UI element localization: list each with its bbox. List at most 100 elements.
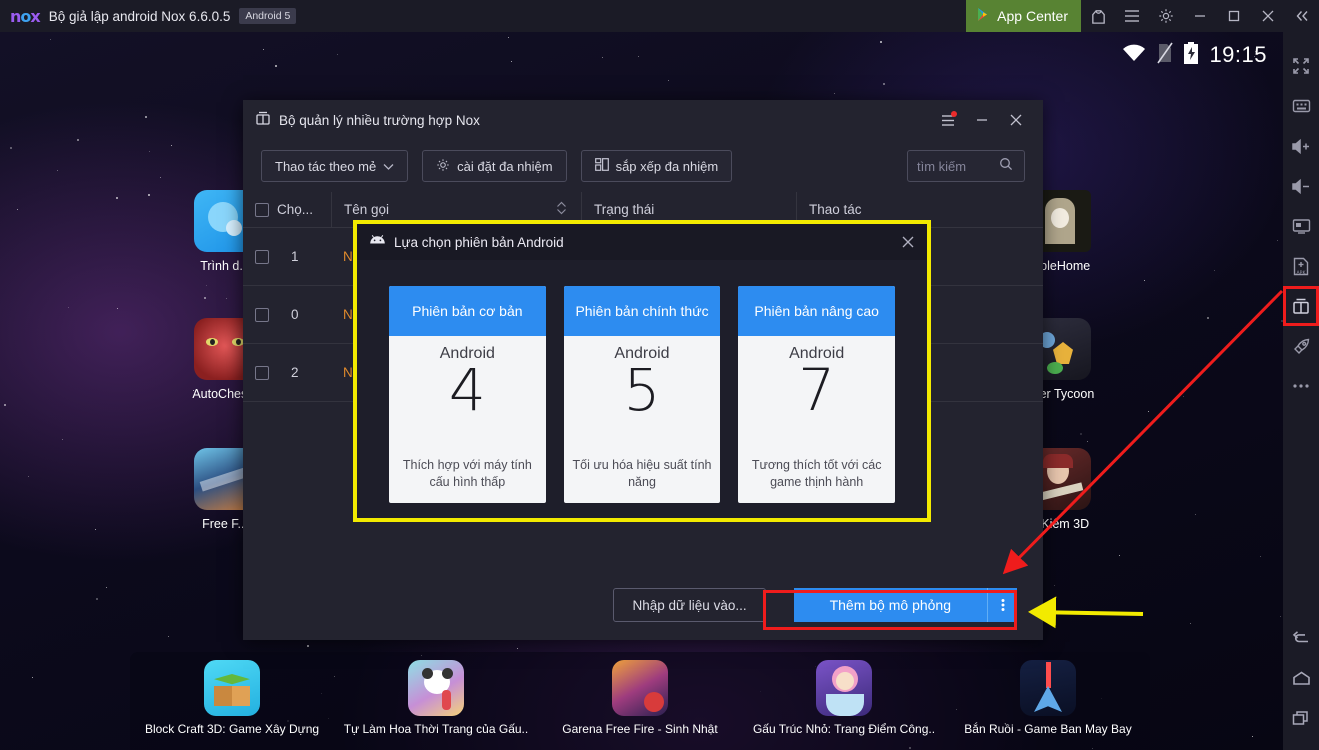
row-index: 1 <box>291 249 299 264</box>
window-close-button[interactable] <box>1001 105 1031 135</box>
version-description: Tối ưu hóa hiệu suất tính năng <box>572 458 712 490</box>
window-minimize-button[interactable] <box>967 105 997 135</box>
manager-footer: Nhập dữ liệu vào... Thêm bộ mô phỏng <box>243 570 1043 640</box>
search-input[interactable] <box>917 158 999 174</box>
row-select[interactable]: 0 <box>243 286 331 344</box>
collapse-icon[interactable] <box>1285 0 1319 32</box>
dock-item-label: Gấu Trúc Nhỏ: Trang Điểm Công.. <box>752 722 936 736</box>
keyboard-icon[interactable] <box>1283 86 1319 126</box>
maximize-icon[interactable] <box>1217 0 1251 32</box>
garena-icon <box>612 660 668 716</box>
version-card-heading: Phiên bản chính thức <box>563 286 721 336</box>
titlebar-actions: App Center <box>966 0 1319 32</box>
row-select[interactable]: 1 <box>243 228 331 286</box>
menu-icon[interactable] <box>1115 0 1149 32</box>
install-apk-icon[interactable]: APK <box>1283 246 1319 286</box>
more-icon[interactable] <box>1283 366 1319 406</box>
import-data-button[interactable]: Nhập dữ liệu vào... <box>613 588 766 622</box>
window-titlebar: nox Bộ giả lập android Nox 6.6.0.5 Andro… <box>0 0 1319 32</box>
minimize-icon[interactable] <box>1183 0 1217 32</box>
version-card-android-4[interactable]: Phiên bản cơ bản Android 4 Thích hợp với… <box>389 286 546 503</box>
multi-instance-icon <box>255 110 271 131</box>
emulator-sidebar: APK <box>1283 32 1319 750</box>
app-center-button[interactable]: App Center <box>966 0 1081 32</box>
version-description: Tương thích tốt với các game thịnh hành <box>751 458 882 490</box>
back-icon[interactable] <box>1283 618 1319 658</box>
app-dock: Block Craft 3D: Game Xây Dựng Tự Làm Hoa… <box>130 652 1150 750</box>
version-number: 7 <box>798 356 836 424</box>
android-status-bar: 19:15 <box>1122 32 1283 78</box>
version-card-body: Android 4 Thích hợp với máy tính cấu hìn… <box>389 336 546 503</box>
play-store-icon <box>977 7 990 25</box>
modal-titlebar: Lựa chọn phiên bản Android <box>357 224 927 260</box>
nox-logo: nox <box>10 6 41 26</box>
add-emulator-button[interactable]: Thêm bộ mô phỏng <box>793 588 987 622</box>
home-icon[interactable] <box>1283 658 1319 698</box>
window-title: Bộ quản lý nhiều trường hợp Nox <box>279 112 480 128</box>
version-card-android-5[interactable]: Phiên bản chính thức Android 5 Tối ưu hó… <box>563 286 721 503</box>
dock-item-princess[interactable]: Gấu Trúc Nhỏ: Trang Điểm Công.. <box>742 652 946 750</box>
manager-toolbar: Thao tác theo mẻ cài đặt đa nhiệm sắp xế… <box>243 140 1043 192</box>
header-state-label: Trạng thái <box>594 202 655 217</box>
row-index: 0 <box>291 307 299 322</box>
dock-item-panda[interactable]: Tự Làm Hoa Thời Trang của Gấu.. <box>334 652 538 750</box>
volume-down-icon[interactable] <box>1283 166 1319 206</box>
version-card-list: Phiên bản cơ bản Android 4 Thích hợp với… <box>357 260 927 529</box>
multi-settings-button[interactable]: cài đặt đa nhiệm <box>422 150 567 182</box>
row-checkbox[interactable] <box>255 365 269 380</box>
version-card-heading: Phiên bản nâng cao <box>738 286 896 336</box>
fullscreen-icon[interactable] <box>1283 46 1319 86</box>
grid-layout-icon <box>594 158 609 174</box>
row-checkbox[interactable] <box>255 307 269 322</box>
header-select-label: Chọ... <box>277 202 314 217</box>
android-version-badge: Android 5 <box>239 8 297 24</box>
header-name-label: Tên gọi <box>344 202 390 217</box>
batch-action-dropdown[interactable]: Thao tác theo mẻ <box>261 150 409 182</box>
row-checkbox[interactable] <box>255 249 269 264</box>
window-menu-button[interactable] <box>933 105 963 135</box>
wifi-icon <box>1122 44 1146 67</box>
blockcraft-icon <box>204 660 260 716</box>
android-version-modal[interactable]: Lựa chọn phiên bản Android Phiên bản cơ … <box>353 220 931 522</box>
version-card-android-7[interactable]: Phiên bản nâng cao Android 7 Tương thích… <box>738 286 896 503</box>
header-select[interactable]: Chọ... <box>243 192 331 228</box>
gear-icon[interactable] <box>1149 0 1183 32</box>
version-number: 5 <box>623 356 661 424</box>
multi-arrange-label: sắp xếp đa nhiệm <box>615 158 719 174</box>
dock-item-shooter[interactable]: Bắn Ruồi - Game Ban May Bay <box>946 652 1150 750</box>
multi-arrange-button[interactable]: sắp xếp đa nhiệm <box>580 150 733 182</box>
version-card-heading: Phiên bản cơ bản <box>389 286 546 336</box>
dock-item-blockcraft[interactable]: Block Craft 3D: Game Xây Dựng <box>130 652 334 750</box>
battery-charging-icon <box>1184 41 1199 69</box>
shirt-icon[interactable] <box>1081 0 1115 32</box>
multi-instance-icon[interactable] <box>1283 286 1319 326</box>
dock-item-garena[interactable]: Garena Free Fire - Sinh Nhật <box>538 652 742 750</box>
row-select[interactable]: 2 <box>243 344 331 402</box>
recents-icon[interactable] <box>1283 698 1319 738</box>
version-card-body: Android 7 Tương thích tốt với các game t… <box>738 336 895 503</box>
search-box[interactable] <box>907 150 1025 182</box>
version-number: 4 <box>448 356 486 424</box>
dock-item-label: Bắn Ruồi - Game Ban May Bay <box>964 722 1132 736</box>
dock-item-label: Block Craft 3D: Game Xây Dựng <box>144 722 320 736</box>
screenshot-icon[interactable] <box>1283 206 1319 246</box>
no-sim-icon <box>1157 42 1174 69</box>
version-description: Thích hợp với máy tính cấu hình thấp <box>402 458 532 490</box>
android-icon <box>369 233 386 251</box>
boost-icon[interactable] <box>1283 326 1319 366</box>
shooter-icon <box>1020 660 1076 716</box>
sort-toggle-icon[interactable] <box>556 200 567 219</box>
close-icon[interactable] <box>1251 0 1285 32</box>
add-emulator-group[interactable]: Thêm bộ mô phỏng <box>793 588 1017 622</box>
modal-close-button[interactable] <box>901 235 915 249</box>
window-titlebar: Bộ quản lý nhiều trường hợp Nox <box>243 100 1043 140</box>
kebab-menu-icon[interactable] <box>987 588 1017 622</box>
volume-up-icon[interactable] <box>1283 126 1319 166</box>
modal-title: Lựa chọn phiên bản Android <box>394 234 564 250</box>
chevron-down-icon <box>383 159 394 174</box>
svg-text:APK: APK <box>1297 270 1307 276</box>
select-all-checkbox[interactable] <box>255 202 269 217</box>
app-center-label: App Center <box>997 8 1068 24</box>
dock-item-label: Tự Làm Hoa Thời Trang của Gấu.. <box>343 722 529 736</box>
app-title: Bộ giả lập android Nox 6.6.0.5 <box>48 8 231 24</box>
